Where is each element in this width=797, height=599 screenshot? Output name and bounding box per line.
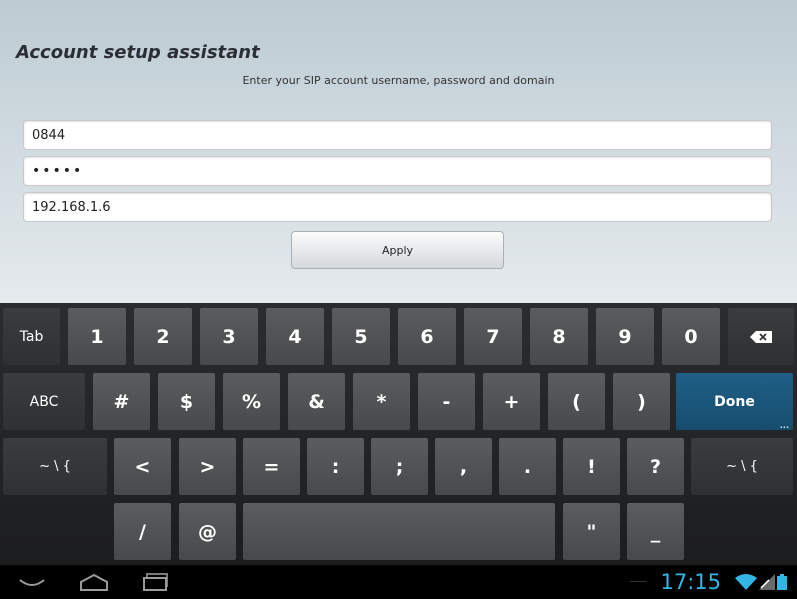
key-4[interactable]: 4 bbox=[266, 308, 324, 365]
key-7[interactable]: 7 bbox=[464, 308, 522, 365]
key-exclamation[interactable]: ! bbox=[563, 438, 620, 495]
key-2[interactable]: 2 bbox=[134, 308, 192, 365]
instructions-text: Enter your SIP account username, passwor… bbox=[242, 74, 555, 87]
key-at[interactable]: @ bbox=[179, 503, 236, 560]
backspace-icon bbox=[750, 330, 772, 343]
key-5[interactable]: 5 bbox=[332, 308, 390, 365]
key-abc[interactable]: ABC bbox=[3, 373, 85, 430]
key-double-quote[interactable]: " bbox=[563, 503, 620, 560]
home-button[interactable] bbox=[72, 565, 116, 599]
key-less-than[interactable]: < bbox=[114, 438, 171, 495]
domain-field[interactable] bbox=[23, 192, 772, 222]
key-equals[interactable]: = bbox=[243, 438, 300, 495]
password-field[interactable] bbox=[23, 156, 772, 186]
key-minus[interactable]: - bbox=[418, 373, 475, 430]
key-hash[interactable]: # bbox=[93, 373, 150, 430]
key-1[interactable]: 1 bbox=[68, 308, 126, 365]
recent-apps-button[interactable] bbox=[134, 565, 178, 599]
key-3[interactable]: 3 bbox=[200, 308, 258, 365]
battery-icon bbox=[777, 574, 787, 590]
key-percent[interactable]: % bbox=[223, 373, 280, 430]
key-asterisk[interactable]: * bbox=[353, 373, 410, 430]
page-title: Account setup assistant bbox=[16, 42, 260, 63]
status-icons bbox=[735, 565, 787, 599]
signal-icon bbox=[759, 574, 775, 590]
key-underscore[interactable]: _ bbox=[627, 503, 684, 560]
key-plus[interactable]: + bbox=[483, 373, 540, 430]
home-icon bbox=[80, 573, 108, 591]
key-9[interactable]: 9 bbox=[596, 308, 654, 365]
back-button[interactable] bbox=[10, 565, 54, 599]
key-close-paren[interactable]: ) bbox=[613, 373, 670, 430]
key-open-paren[interactable]: ( bbox=[548, 373, 605, 430]
key-symbols-right[interactable]: ~ \ { bbox=[691, 438, 793, 495]
wifi-icon bbox=[735, 574, 757, 590]
key-symbols-left[interactable]: ~ \ { bbox=[3, 438, 107, 495]
key-question[interactable]: ? bbox=[627, 438, 684, 495]
status-divider bbox=[630, 581, 646, 582]
key-slash[interactable]: / bbox=[114, 503, 171, 560]
status-clock: 17:15 bbox=[660, 570, 721, 594]
key-8[interactable]: 8 bbox=[530, 308, 588, 365]
key-colon[interactable]: : bbox=[307, 438, 364, 495]
key-dollar[interactable]: $ bbox=[158, 373, 215, 430]
on-screen-keyboard: Tab 1 2 3 4 5 6 7 8 9 0 ABC # $ % & * - … bbox=[0, 303, 797, 565]
key-done[interactable]: Done bbox=[676, 373, 793, 430]
key-semicolon[interactable]: ; bbox=[371, 438, 428, 495]
back-icon bbox=[19, 579, 45, 586]
key-comma[interactable]: , bbox=[435, 438, 492, 495]
username-field[interactable] bbox=[23, 120, 772, 150]
key-6[interactable]: 6 bbox=[398, 308, 456, 365]
key-ampersand[interactable]: & bbox=[288, 373, 345, 430]
key-backspace[interactable] bbox=[728, 308, 794, 365]
key-0[interactable]: 0 bbox=[662, 308, 720, 365]
account-setup-screen: Account setup assistant Enter your SIP a… bbox=[0, 0, 797, 303]
apply-button[interactable]: Apply bbox=[291, 231, 504, 269]
recent-apps-icon bbox=[143, 573, 168, 591]
key-period[interactable]: . bbox=[499, 438, 556, 495]
key-greater-than[interactable]: > bbox=[179, 438, 236, 495]
key-space[interactable] bbox=[243, 503, 555, 560]
key-tab[interactable]: Tab bbox=[3, 308, 60, 365]
